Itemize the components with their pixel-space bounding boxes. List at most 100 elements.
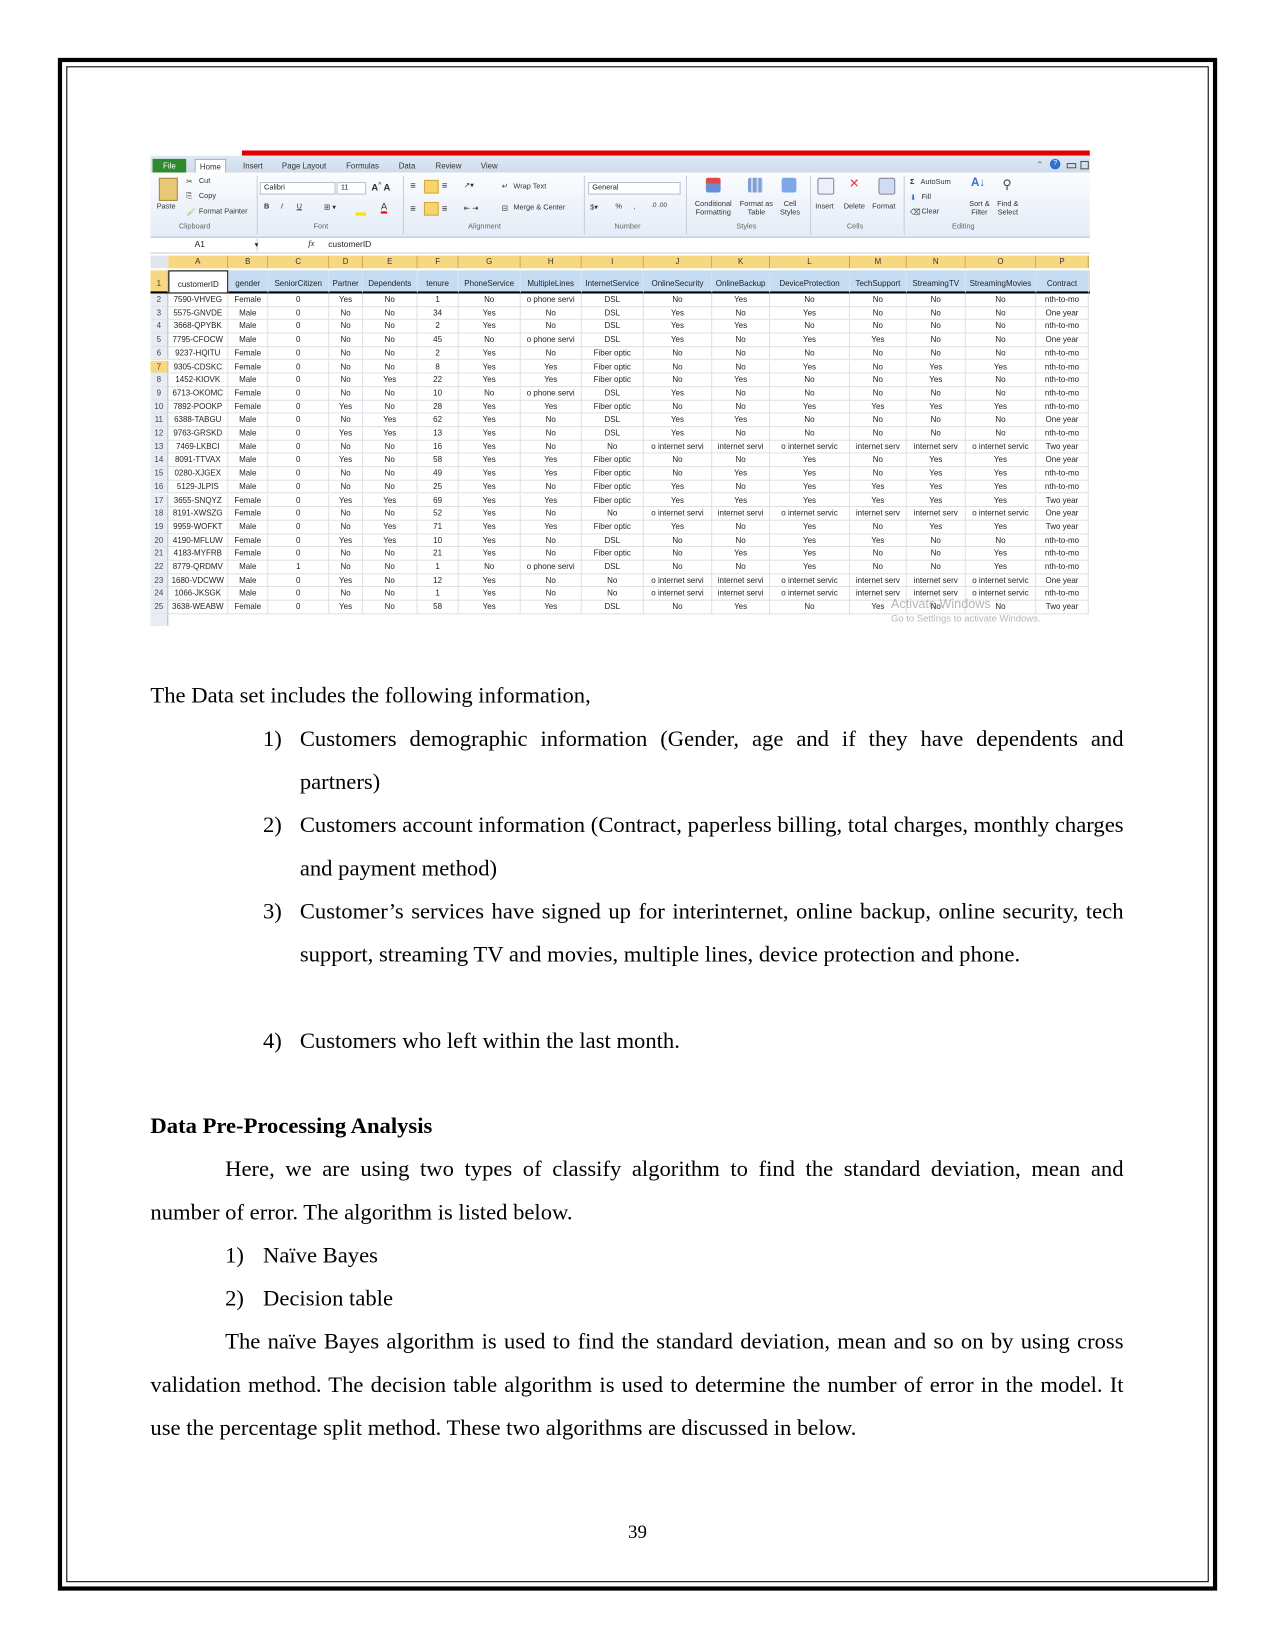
table-cell[interactable]: No bbox=[362, 293, 418, 307]
table-cell[interactable]: No bbox=[906, 413, 966, 428]
column-header-i[interactable]: I bbox=[581, 255, 644, 269]
table-cell[interactable]: No bbox=[850, 560, 907, 575]
table-cell[interactable]: No bbox=[329, 360, 363, 374]
table-cell[interactable]: No bbox=[329, 320, 363, 334]
table-cell[interactable]: Fiber optic bbox=[581, 400, 644, 414]
table-cell[interactable]: 16 bbox=[417, 440, 459, 454]
table-cell[interactable]: Yes bbox=[906, 520, 966, 534]
row-number[interactable]: 7 bbox=[150, 360, 169, 374]
table-cell[interactable]: 1680-VDCWW bbox=[168, 574, 229, 588]
table-cell[interactable]: o internet servic bbox=[770, 440, 851, 454]
table-cell[interactable]: o internet servi bbox=[643, 587, 713, 601]
table-cell[interactable]: 3638-WEABW bbox=[168, 600, 229, 615]
table-cell[interactable]: 12 bbox=[417, 574, 459, 588]
table-cell[interactable]: No bbox=[362, 574, 418, 588]
table-cell[interactable]: Two year bbox=[1036, 440, 1089, 454]
table-cell[interactable]: Yes bbox=[712, 413, 771, 428]
row-number[interactable]: 20 bbox=[150, 533, 169, 548]
window-minimize-icon[interactable] bbox=[1066, 163, 1077, 169]
table-cell[interactable]: nth-to-mo bbox=[1036, 467, 1089, 481]
table-cell[interactable]: Yes bbox=[643, 413, 713, 428]
table-cell[interactable]: No bbox=[362, 440, 418, 454]
table-cell[interactable]: No bbox=[362, 320, 418, 334]
row-number[interactable]: 10 bbox=[150, 400, 169, 414]
merge-center-button[interactable]: Merge & Center bbox=[513, 204, 565, 211]
table-cell[interactable]: No bbox=[458, 560, 521, 575]
table-cell[interactable]: 9237-HQITU bbox=[168, 346, 229, 361]
table-cell[interactable]: No bbox=[329, 373, 363, 388]
table-cell[interactable]: 8779-QRDMV bbox=[168, 560, 229, 575]
table-cell[interactable]: 69 bbox=[417, 493, 459, 508]
table-cell[interactable]: No bbox=[520, 587, 582, 601]
table-cell[interactable]: Yes bbox=[850, 333, 907, 347]
header-cell-streamingmovies[interactable]: StreamingMovies bbox=[965, 270, 1037, 294]
format-cells-button[interactable]: Format bbox=[872, 203, 895, 210]
align-right-icon[interactable]: ≡ bbox=[442, 203, 448, 214]
table-cell[interactable]: 0 bbox=[268, 293, 330, 307]
orientation-icon[interactable]: ↗▾ bbox=[464, 181, 474, 189]
row-number[interactable]: 13 bbox=[150, 440, 169, 454]
column-header-b[interactable]: B bbox=[228, 255, 269, 269]
table-cell[interactable]: o internet servi bbox=[643, 574, 713, 588]
table-cell[interactable]: No bbox=[520, 427, 582, 441]
table-cell[interactable]: No bbox=[362, 587, 418, 601]
table-cell[interactable]: No bbox=[362, 480, 418, 494]
tab-formulas[interactable]: Formulas bbox=[342, 159, 383, 173]
table-cell[interactable]: o internet servic bbox=[770, 507, 851, 521]
wrap-text-button[interactable]: Wrap Text bbox=[513, 183, 546, 190]
table-cell[interactable]: No bbox=[965, 413, 1037, 428]
table-cell[interactable]: 0 bbox=[268, 346, 330, 361]
table-cell[interactable]: Yes bbox=[520, 493, 582, 508]
table-cell[interactable]: internet servi bbox=[712, 574, 771, 588]
table-cell[interactable]: Yes bbox=[520, 360, 582, 374]
table-cell[interactable]: No bbox=[520, 320, 582, 334]
table-cell[interactable]: Yes bbox=[712, 293, 771, 307]
table-cell[interactable]: No bbox=[965, 320, 1037, 334]
table-cell[interactable]: No bbox=[906, 293, 966, 307]
table-cell[interactable]: nth-to-mo bbox=[1036, 373, 1089, 388]
table-cell[interactable]: No bbox=[770, 346, 851, 361]
table-cell[interactable]: Yes bbox=[643, 493, 713, 508]
table-cell[interactable]: Yes bbox=[329, 493, 363, 508]
table-cell[interactable]: No bbox=[906, 533, 966, 548]
table-cell[interactable]: Fiber optic bbox=[581, 467, 644, 481]
table-cell[interactable]: Male bbox=[228, 320, 269, 334]
align-center-icon[interactable] bbox=[423, 201, 439, 216]
sort-filter-button[interactable]: Sort & Filter bbox=[967, 201, 992, 218]
table-cell[interactable]: Yes bbox=[770, 333, 851, 347]
table-cell[interactable]: No bbox=[520, 480, 582, 494]
table-cell[interactable]: Yes bbox=[458, 587, 521, 601]
table-cell[interactable]: 0 bbox=[268, 587, 330, 601]
table-cell[interactable]: No bbox=[643, 360, 713, 374]
table-cell[interactable]: Male bbox=[228, 587, 269, 601]
table-cell[interactable]: Yes bbox=[850, 480, 907, 494]
table-cell[interactable]: Yes bbox=[362, 520, 418, 534]
table-cell[interactable]: One year bbox=[1036, 413, 1089, 428]
table-cell[interactable]: Yes bbox=[770, 547, 851, 561]
header-cell-customerid[interactable]: customerID bbox=[168, 270, 229, 294]
table-cell[interactable]: No bbox=[520, 413, 582, 428]
table-cell[interactable]: Yes bbox=[458, 400, 521, 414]
table-cell[interactable]: nth-to-mo bbox=[1036, 400, 1089, 414]
table-cell[interactable]: No bbox=[965, 427, 1037, 441]
table-cell[interactable]: 52 bbox=[417, 507, 459, 521]
table-cell[interactable]: No bbox=[329, 547, 363, 561]
table-cell[interactable]: Fiber optic bbox=[581, 547, 644, 561]
autosum-button[interactable]: AutoSum bbox=[921, 179, 951, 186]
table-cell[interactable]: No bbox=[520, 440, 582, 454]
table-cell[interactable]: 45 bbox=[417, 333, 459, 347]
table-cell[interactable]: No bbox=[712, 387, 771, 401]
cell-styles-icon[interactable] bbox=[781, 177, 797, 193]
table-cell[interactable]: 13 bbox=[417, 427, 459, 441]
header-cell-onlinesecurity[interactable]: OnlineSecurity bbox=[643, 270, 713, 294]
table-cell[interactable]: Yes bbox=[965, 520, 1037, 534]
table-cell[interactable]: DSL bbox=[581, 533, 644, 548]
table-cell[interactable]: Male bbox=[228, 427, 269, 441]
column-header-n[interactable]: N bbox=[906, 255, 966, 269]
table-cell[interactable]: 28 bbox=[417, 400, 459, 414]
table-cell[interactable]: 5129-JLPIS bbox=[168, 480, 229, 494]
table-cell[interactable]: Yes bbox=[770, 306, 851, 321]
table-cell[interactable]: Yes bbox=[770, 480, 851, 494]
table-cell[interactable]: 7469-LKBCI bbox=[168, 440, 229, 454]
table-cell[interactable]: No bbox=[329, 413, 363, 428]
